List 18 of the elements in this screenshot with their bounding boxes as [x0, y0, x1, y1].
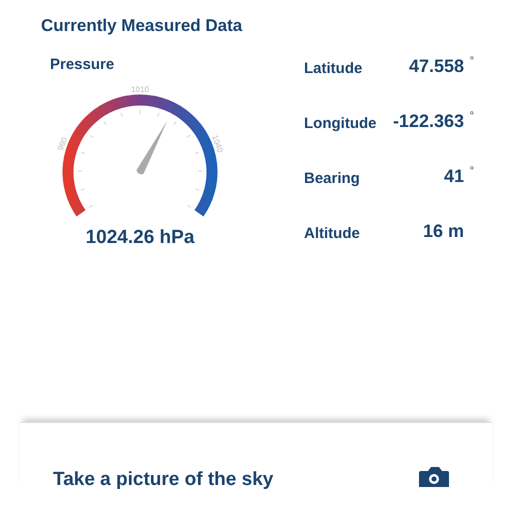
section-title: Currently Measured Data [41, 16, 244, 36]
measurement-label: Bearing [304, 170, 360, 187]
gauge-tick-label: 1040 [210, 134, 225, 154]
gauge-tick-label: 1010 [131, 85, 149, 94]
measurement-label: Altitude [304, 225, 360, 242]
measurement-value: 41 [444, 166, 464, 187]
measurement-value: 16 m [422, 221, 464, 242]
gauge-tick-label: 980 [56, 136, 69, 152]
degree-unit: ° [468, 110, 474, 122]
measurement-label: Longitude [304, 115, 376, 132]
measurement-value: 47.558 [408, 56, 464, 77]
degree-unit: ° [468, 55, 474, 67]
measurement-value: -122.363 [392, 111, 464, 132]
degree-unit: ° [468, 165, 474, 177]
pressure-reading: 1024.26 hPa [86, 227, 194, 249]
pressure-label: Pressure [50, 56, 114, 73]
measurement-label: Latitude [304, 60, 362, 77]
card-title: Take a picture of the sky [53, 469, 274, 491]
